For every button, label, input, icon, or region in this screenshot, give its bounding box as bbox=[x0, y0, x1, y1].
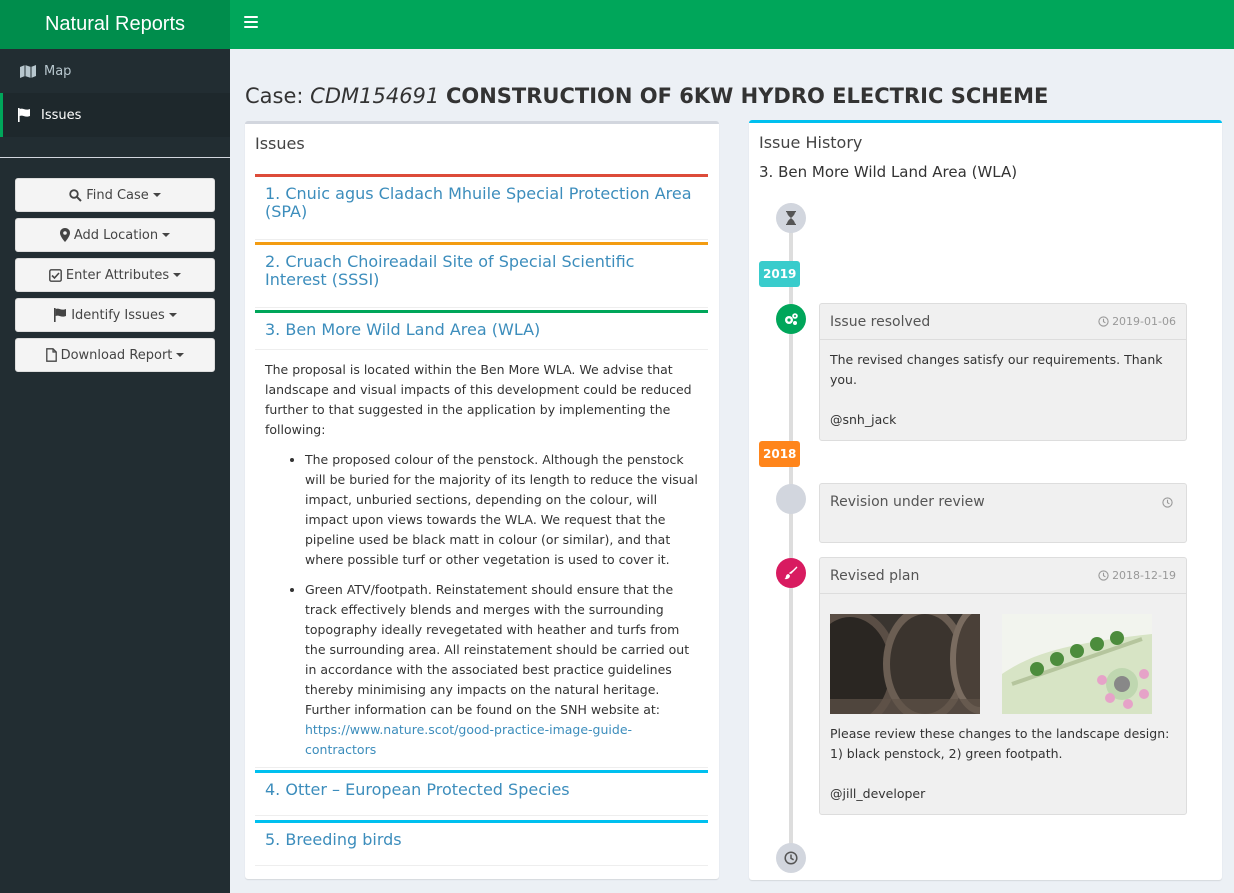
clock-icon bbox=[1098, 570, 1109, 581]
list-item: Green ATV/footpath. Reinstatement should… bbox=[305, 580, 698, 760]
sidebar-item-map[interactable]: Map bbox=[0, 49, 230, 93]
timeline-item-header: Revision under review bbox=[820, 484, 1186, 520]
enter-attributes-button[interactable]: Enter Attributes bbox=[15, 258, 215, 292]
timeline-item-revised-plan: Revised plan 2018-12-19 Please review th… bbox=[819, 557, 1187, 815]
issue-panel-2[interactable]: 2. Cruach Choireadail Site of Special Sc… bbox=[255, 242, 708, 308]
case-name: CONSTRUCTION OF 6KW HYDRO ELECTRIC SCHEM… bbox=[445, 84, 1049, 108]
timeline-line bbox=[789, 203, 793, 858]
timeline-item-revision-under-review: Revision under review bbox=[819, 483, 1187, 543]
identify-issues-button[interactable]: Identify Issues bbox=[15, 298, 215, 332]
list-item: The proposed colour of the penstock. Alt… bbox=[305, 450, 698, 570]
search-icon bbox=[69, 188, 82, 202]
caret-down-icon bbox=[173, 273, 182, 277]
timeline-item-header: Revised plan 2018-12-19 bbox=[820, 558, 1186, 594]
issue-history-box: Issue History 3. Ben More Wild Land Area… bbox=[749, 120, 1222, 880]
file-icon bbox=[45, 348, 57, 362]
clock-icon bbox=[1162, 496, 1173, 508]
caret-down-icon bbox=[168, 313, 177, 317]
add-location-button[interactable]: Add Location bbox=[15, 218, 215, 252]
issue-panel-title[interactable]: 4. Otter – European Protected Species bbox=[255, 773, 708, 805]
attachment-thumbnails bbox=[820, 594, 1186, 714]
penstock-pipes-image[interactable] bbox=[830, 614, 980, 714]
sidebar-divider bbox=[0, 157, 230, 158]
caret-down-icon bbox=[176, 353, 185, 357]
page-title: Case: CDM154691 CONSTRUCTION OF 6KW HYDR… bbox=[245, 84, 1049, 108]
issue-panel-5[interactable]: 5. Breeding birds bbox=[255, 820, 708, 866]
sidebar-item-label: Issues bbox=[41, 107, 82, 123]
timeline-label-2019: 2019 bbox=[759, 261, 801, 287]
clock-icon bbox=[1098, 316, 1109, 327]
issue-panel-body: The proposal is located within the Ben M… bbox=[255, 350, 708, 760]
checkbox-icon bbox=[48, 268, 62, 282]
cogs-icon bbox=[776, 304, 806, 334]
issue-history-subtitle: 3. Ben More Wild Land Area (WLA) bbox=[759, 163, 1018, 181]
clock-icon bbox=[776, 843, 806, 873]
issues-box: Issues 1. Cnuic agus Cladach Mhuile Spec… bbox=[245, 121, 719, 879]
case-id: CDM154691 bbox=[310, 84, 440, 108]
sidebar: Map Issues bbox=[0, 49, 230, 893]
author-handle: @snh_jack bbox=[830, 412, 897, 427]
issue-panel-4[interactable]: 4. Otter – European Protected Species bbox=[255, 770, 708, 816]
map-marker-icon bbox=[59, 228, 70, 242]
find-case-button[interactable]: Find Case bbox=[15, 178, 215, 212]
issue-panel-1[interactable]: 1. Cnuic agus Cladach Mhuile Special Pro… bbox=[255, 174, 708, 240]
flag-icon bbox=[17, 108, 35, 122]
timeline-item-body: The revised changes satisfy our requirem… bbox=[820, 340, 1186, 440]
issue-panel-title[interactable]: 3. Ben More Wild Land Area (WLA) bbox=[255, 313, 708, 350]
flag-icon bbox=[53, 308, 67, 322]
timeline-item-body: Please review these changes to the lands… bbox=[820, 714, 1186, 814]
issue-panel-title[interactable]: 5. Breeding birds bbox=[255, 823, 708, 855]
sidebar-item-label: Map bbox=[44, 63, 72, 79]
issue-bullet-list: The proposed colour of the penstock. Alt… bbox=[265, 450, 698, 760]
top-navbar bbox=[230, 0, 1234, 49]
paint-brush-icon bbox=[776, 558, 806, 588]
issue-panel-title[interactable]: 1. Cnuic agus Cladach Mhuile Special Pro… bbox=[255, 177, 708, 227]
landscape-plan-image[interactable] bbox=[1002, 614, 1152, 714]
app-logo[interactable]: Natural Reports bbox=[0, 0, 230, 49]
author-handle: @jill_developer bbox=[830, 786, 926, 801]
hourglass-icon bbox=[776, 203, 806, 233]
timeline-label-2018: 2018 bbox=[759, 441, 801, 467]
caret-down-icon bbox=[152, 193, 161, 197]
issue-history-title: Issue History bbox=[759, 133, 863, 152]
issue-panel-title[interactable]: 2. Cruach Choireadail Site of Special Sc… bbox=[255, 245, 708, 295]
timeline-item-issue-resolved: Issue resolved 2019-01-06 The revised ch… bbox=[819, 303, 1187, 441]
issues-box-title: Issues bbox=[255, 134, 305, 153]
sidebar-toggle-icon[interactable] bbox=[244, 16, 258, 30]
pending-circle-icon bbox=[776, 484, 806, 514]
issue-intro: The proposal is located within the Ben M… bbox=[265, 362, 692, 437]
snh-guide-link[interactable]: https://www.nature.scot/good-practice-im… bbox=[305, 722, 632, 757]
caret-down-icon bbox=[162, 233, 171, 237]
download-report-button[interactable]: Download Report bbox=[15, 338, 215, 372]
issue-panel-3: 3. Ben More Wild Land Area (WLA) The pro… bbox=[255, 310, 708, 768]
map-icon bbox=[20, 64, 38, 78]
timeline-item-header: Issue resolved 2019-01-06 bbox=[820, 304, 1186, 340]
sidebar-item-issues[interactable]: Issues bbox=[0, 93, 230, 137]
